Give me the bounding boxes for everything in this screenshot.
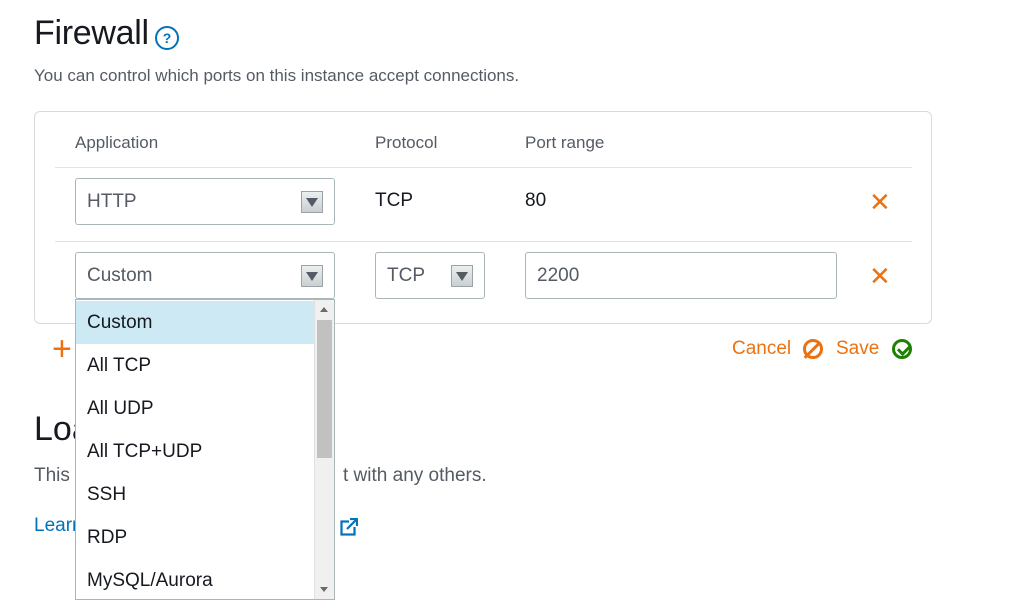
- scroll-down-arrow-icon[interactable]: [320, 587, 328, 592]
- save-button[interactable]: Save: [836, 338, 879, 360]
- application-select[interactable]: Custom: [75, 252, 335, 299]
- port-range-input-value: 2200: [537, 264, 580, 286]
- column-header-protocol: Protocol: [375, 133, 438, 152]
- chevron-down-icon: [451, 264, 473, 287]
- protocol-select-value: TCP: [387, 264, 425, 286]
- divider: [55, 241, 912, 242]
- protocol-value: TCP: [375, 190, 413, 211]
- help-icon[interactable]: ?: [155, 26, 179, 50]
- divider: [55, 167, 912, 168]
- firewall-description: You can control which ports on this inst…: [34, 66, 520, 85]
- add-rule-icon[interactable]: +: [52, 332, 72, 366]
- scroll-thumb[interactable]: [317, 320, 332, 458]
- cancel-button[interactable]: Cancel: [732, 338, 791, 360]
- page-title: Firewall: [34, 14, 149, 52]
- cancel-circle-icon[interactable]: [803, 339, 823, 359]
- column-header-port-range: Port range: [525, 133, 605, 152]
- chevron-down-icon: [301, 190, 323, 213]
- section-description: This: [34, 465, 70, 486]
- dropdown-scrollbar[interactable]: [314, 300, 334, 599]
- port-range-input[interactable]: 2200: [525, 252, 837, 299]
- dropdown-option-all-tcp-udp[interactable]: All TCP+UDP: [76, 430, 314, 473]
- application-select-value: Custom: [87, 264, 153, 286]
- application-dropdown-list[interactable]: Custom All TCP All UDP All TCP+UDP SSH R…: [75, 299, 335, 600]
- dropdown-option-ssh[interactable]: SSH: [76, 473, 314, 516]
- dropdown-option-all-udp[interactable]: All UDP: [76, 387, 314, 430]
- dropdown-option-custom[interactable]: Custom: [76, 301, 314, 344]
- section-description: t with any others.: [343, 465, 487, 486]
- port-range-value: 80: [525, 190, 547, 211]
- dropdown-option-all-tcp[interactable]: All TCP: [76, 344, 314, 387]
- dropdown-option-mysql-aurora[interactable]: MySQL/Aurora: [76, 559, 314, 599]
- column-header-application: Application: [75, 133, 159, 152]
- application-select[interactable]: HTTP: [75, 178, 335, 225]
- remove-rule-icon[interactable]: ✕: [869, 189, 891, 215]
- external-link-icon[interactable]: [340, 518, 358, 536]
- remove-rule-icon[interactable]: ✕: [869, 263, 891, 289]
- checkmark-circle-icon[interactable]: [892, 339, 912, 359]
- application-select-value: HTTP: [87, 190, 137, 212]
- scroll-up-arrow-icon[interactable]: [320, 307, 328, 312]
- dropdown-option-rdp[interactable]: RDP: [76, 516, 314, 559]
- protocol-select[interactable]: TCP: [375, 252, 485, 299]
- chevron-down-icon: [301, 264, 323, 287]
